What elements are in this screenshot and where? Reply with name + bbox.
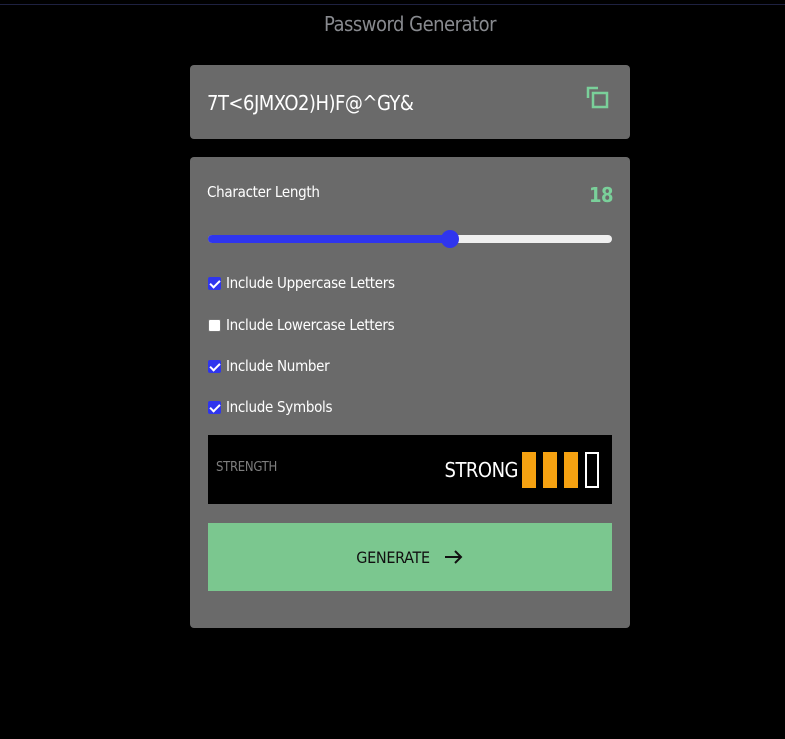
strength-bars	[522, 452, 606, 488]
character-length-value: 18	[588, 183, 614, 207]
number-checkbox[interactable]	[208, 359, 221, 373]
option-label: Include Symbols	[226, 398, 333, 416]
copy-icon[interactable]	[586, 86, 612, 112]
generate-button[interactable]: GENERATE	[208, 523, 612, 591]
arrow-right-icon	[444, 549, 464, 565]
password-text: 7T<6JMXO2)H)F@^GY&	[207, 91, 414, 115]
character-length-slider[interactable]	[208, 229, 612, 249]
strength-value: STRONG	[444, 458, 519, 482]
strength-bar	[543, 452, 557, 488]
character-length-label: Character Length	[207, 183, 320, 201]
strength-meter: STRENGTH STRONG	[208, 435, 612, 504]
slider-track	[208, 235, 612, 243]
generate-label: GENERATE	[356, 547, 430, 567]
option-lowercase[interactable]: Include Lowercase Letters	[208, 315, 395, 335]
slider-fill	[208, 235, 451, 243]
option-label: Include Uppercase Letters	[226, 274, 395, 292]
strength-bar	[522, 452, 536, 488]
settings-panel: Character Length 18 Include Uppercase Le…	[190, 157, 630, 628]
strength-label: STRENGTH	[216, 460, 277, 475]
uppercase-checkbox[interactable]	[208, 276, 221, 290]
symbols-checkbox[interactable]	[208, 400, 221, 414]
option-symbols[interactable]: Include Symbols	[208, 397, 333, 417]
lowercase-checkbox[interactable]	[208, 318, 221, 332]
password-display: 7T<6JMXO2)H)F@^GY&	[190, 65, 630, 139]
option-label: Include Number	[226, 357, 330, 375]
app-title: Password Generator	[324, 12, 497, 36]
top-divider	[0, 4, 785, 5]
strength-bar	[564, 452, 578, 488]
strength-bar	[585, 452, 599, 488]
option-uppercase[interactable]: Include Uppercase Letters	[208, 273, 395, 293]
slider-thumb[interactable]	[441, 230, 460, 248]
option-number[interactable]: Include Number	[208, 356, 330, 376]
option-label: Include Lowercase Letters	[226, 316, 395, 334]
